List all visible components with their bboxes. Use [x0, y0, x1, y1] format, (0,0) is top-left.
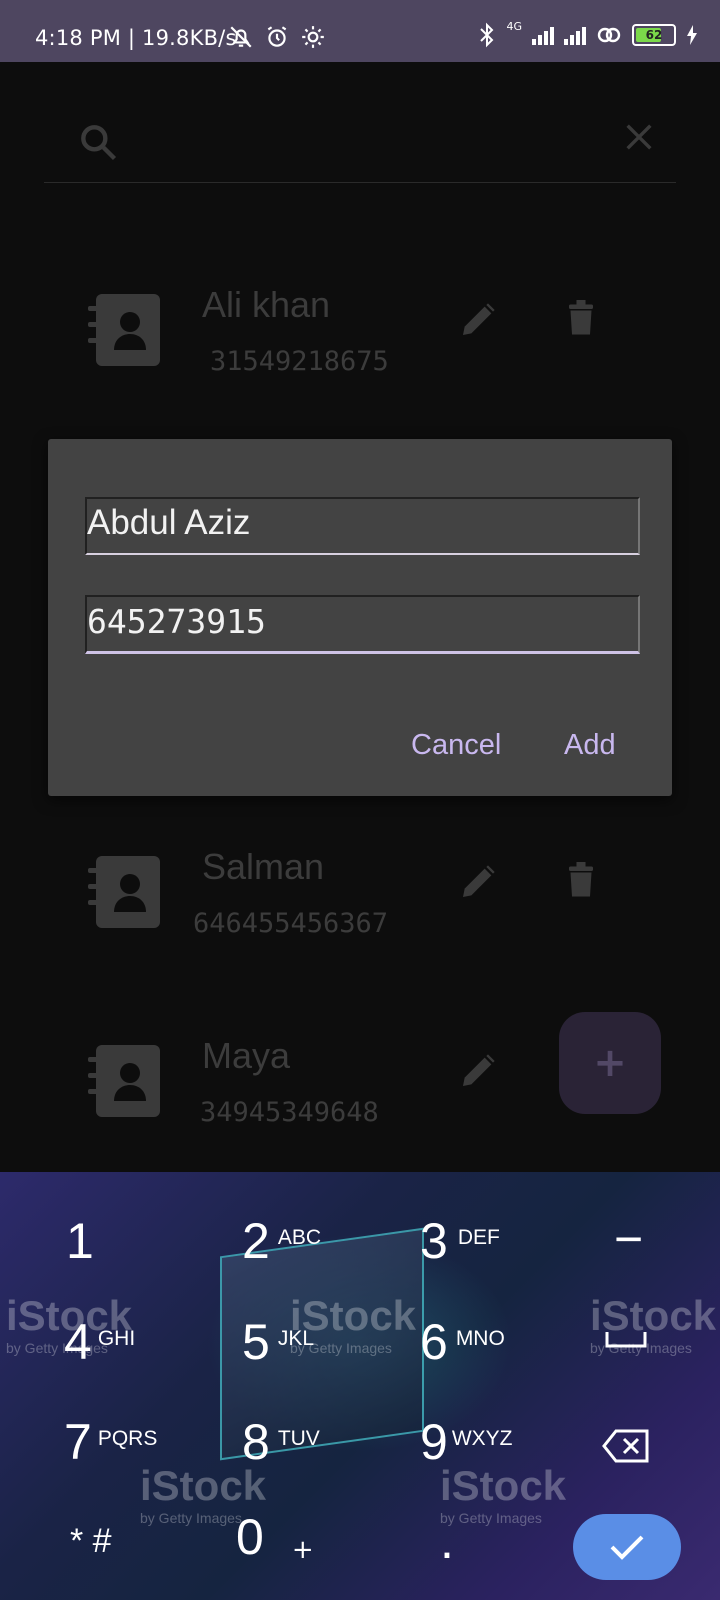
- edit-pencil-icon[interactable]: [458, 1051, 498, 1091]
- key-number: 3: [420, 1213, 448, 1269]
- key-9[interactable]: 9 WXYZ: [420, 1413, 512, 1471]
- signal-icon: [532, 25, 554, 45]
- contact-phone: 34945349648: [200, 1097, 379, 1128]
- battery-icon: 62: [632, 24, 676, 46]
- key-number: 7: [64, 1414, 92, 1470]
- add-button[interactable]: Add: [564, 729, 616, 762]
- space-icon: [605, 1332, 647, 1348]
- key-number: 4: [64, 1314, 92, 1370]
- key-letters: ABC: [277, 1226, 321, 1249]
- key-letters: PQRS: [97, 1427, 158, 1450]
- key-letters: WXYZ: [451, 1427, 513, 1450]
- alarm-icon: [267, 26, 287, 47]
- bluetooth-icon: [480, 22, 494, 48]
- status-icons-left: [228, 24, 326, 50]
- minus-key: −: [614, 1211, 644, 1267]
- key-number: 6: [420, 1314, 448, 1370]
- key-number: 5: [242, 1314, 270, 1370]
- key-number: * #: [70, 1522, 112, 1560]
- key-star-hash[interactable]: * #: [70, 1522, 112, 1561]
- key-letters: +: [291, 1534, 314, 1565]
- watermark: iStock by Getty Images: [440, 1462, 566, 1526]
- settings-gear-icon: [302, 26, 324, 48]
- edit-pencil-icon[interactable]: [458, 300, 498, 340]
- edit-pencil-icon[interactable]: [458, 862, 498, 902]
- bell-off-icon: [230, 26, 252, 48]
- contact-name: Salman: [202, 846, 325, 887]
- key-7[interactable]: 7 PQRS: [64, 1413, 157, 1471]
- key-letters: TUV: [277, 1427, 320, 1450]
- key-minus[interactable]: −: [614, 1210, 643, 1268]
- add-contact-fab[interactable]: +: [559, 1012, 661, 1114]
- contact-name: Ali khan: [202, 284, 331, 325]
- key-6[interactable]: 6 MNO: [420, 1313, 505, 1371]
- plus-icon: +: [593, 1040, 627, 1086]
- link-icon: [597, 27, 621, 43]
- key-letters: DEF: [457, 1226, 500, 1249]
- contact-name: Maya: [202, 1035, 291, 1076]
- search-icon[interactable]: [76, 120, 120, 164]
- close-icon[interactable]: [622, 120, 656, 154]
- cancel-button[interactable]: Cancel: [411, 729, 501, 762]
- key-0[interactable]: 0 +: [236, 1508, 314, 1566]
- key-letters: GHI: [97, 1327, 136, 1350]
- network-type: 4G: [506, 20, 522, 33]
- key-dot[interactable]: .: [440, 1512, 454, 1570]
- backspace-icon: [602, 1429, 649, 1463]
- key-3[interactable]: 3 DEF: [420, 1212, 500, 1270]
- add-contact-dialog: Cancel Add: [48, 439, 672, 796]
- done-button[interactable]: [573, 1514, 681, 1580]
- key-number: 0: [236, 1509, 264, 1565]
- key-5[interactable]: 5 JKL: [242, 1313, 314, 1371]
- contact-phone: 31549218675: [210, 346, 389, 377]
- contact-book-icon: [88, 1045, 160, 1117]
- battery-level: 62: [645, 28, 663, 42]
- signal-2-icon: [564, 25, 586, 45]
- key-letters: MNO: [455, 1327, 505, 1350]
- search-bar[interactable]: [44, 102, 676, 183]
- phone-input[interactable]: [85, 595, 640, 654]
- status-bar: 4:18 PM | 19.8KB/s 4G 62: [0, 0, 720, 62]
- status-icons-right: 4G 62: [478, 20, 698, 48]
- key-number: 9: [420, 1414, 448, 1470]
- status-time: 4:18 PM | 19.8KB/s: [35, 26, 237, 50]
- key-letters: JKL: [277, 1327, 314, 1350]
- contact-book-icon: [88, 856, 160, 928]
- delete-trash-icon[interactable]: [566, 300, 596, 336]
- key-number: 2: [242, 1213, 270, 1269]
- watermark-sub: by Getty Images: [440, 1510, 542, 1526]
- contact-phone: 646455456367: [193, 908, 389, 939]
- key-4[interactable]: 4 GHI: [64, 1313, 135, 1371]
- key-number: 8: [242, 1414, 270, 1470]
- delete-trash-icon[interactable]: [566, 862, 596, 898]
- key-number: 1: [66, 1213, 94, 1269]
- name-input[interactable]: [85, 497, 640, 555]
- contact-item[interactable]: Salman 646455456367: [0, 846, 720, 966]
- charging-icon: [687, 25, 697, 45]
- backspace-key[interactable]: [602, 1428, 650, 1468]
- check-icon: [610, 1535, 644, 1560]
- contact-book-icon: [88, 294, 160, 366]
- key-number: .: [440, 1513, 454, 1569]
- key-2[interactable]: 2 ABC: [242, 1212, 321, 1270]
- contact-item[interactable]: Ali khan 31549218675: [0, 284, 720, 404]
- key-1[interactable]: 1: [66, 1212, 94, 1270]
- key-8[interactable]: 8 TUV: [242, 1413, 320, 1471]
- space-key[interactable]: [604, 1328, 648, 1354]
